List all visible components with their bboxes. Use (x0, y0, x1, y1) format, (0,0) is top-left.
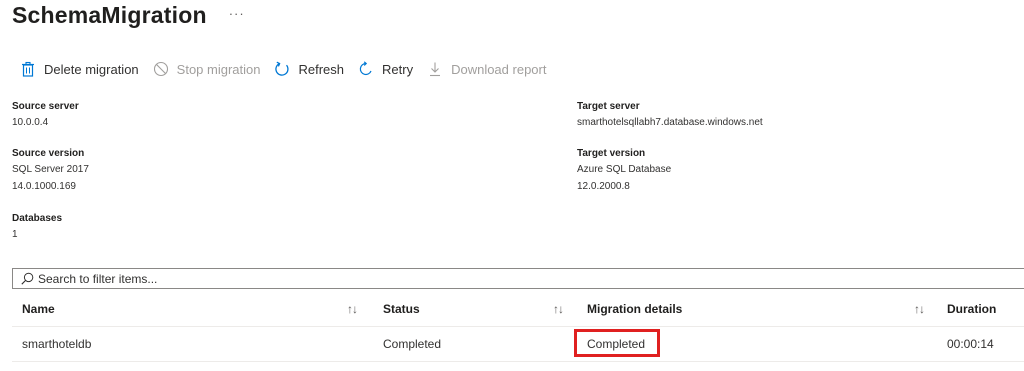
column-header-duration[interactable]: Duration (947, 292, 996, 326)
sort-status-icon[interactable]: ↑↓ (553, 292, 564, 326)
databases-count: 1 (12, 229, 18, 240)
search-box[interactable] (12, 268, 1024, 289)
download-report-label: Download report (451, 61, 547, 77)
migration-table: Name ↑↓ Status ↑↓ Migration details ↑↓ D… (12, 292, 1024, 362)
retry-icon (359, 61, 372, 76)
refresh-label: Refresh (298, 61, 345, 77)
source-version-label: Source version (12, 148, 85, 159)
refresh-icon (275, 61, 290, 76)
source-server-section: Source server 10.0.0.4 (12, 100, 79, 131)
databases-section: Databases 1 (12, 212, 62, 243)
row-status: Completed (383, 337, 442, 351)
migration-page: SchemaMigration ··· Delete migration Sto… (0, 0, 1024, 371)
search-input[interactable] (38, 271, 938, 286)
row-duration: 00:00:14 (947, 337, 994, 351)
target-version-product: Azure SQL Database (577, 164, 672, 175)
target-version-number: 12.0.2000.8 (577, 181, 630, 192)
delete-migration-label: Delete migration (44, 61, 139, 77)
target-server-value: smarthotelsqllabh7.database.windows.net (577, 117, 763, 128)
source-server-label: Source server (12, 101, 79, 112)
highlight-box (574, 329, 660, 357)
sort-name-icon[interactable]: ↑↓ (347, 292, 358, 326)
source-version-section: Source version SQL Server 2017 14.0.1000… (12, 147, 89, 195)
page-title: SchemaMigration (12, 1, 207, 28)
retry-label: Retry (382, 61, 414, 77)
table-row[interactable]: smarthoteldb Completed Completed 00:00:1… (12, 327, 1024, 362)
page-header: SchemaMigration ··· (12, 0, 245, 30)
retry-button[interactable]: Retry (358, 61, 413, 77)
stop-migration-label: Stop migration (176, 61, 261, 77)
search-icon (21, 272, 34, 285)
source-version-number: 14.0.1000.169 (12, 181, 76, 192)
download-icon (430, 62, 441, 77)
more-options-button[interactable]: ··· (229, 6, 245, 21)
trash-icon (22, 61, 34, 77)
column-header-name[interactable]: Name (22, 292, 55, 326)
column-header-status[interactable]: Status (383, 292, 420, 326)
target-server-label: Target server (577, 101, 640, 112)
stop-icon (153, 61, 168, 77)
sort-migration-details-icon[interactable]: ↑↓ (914, 292, 925, 326)
delete-migration-button[interactable]: Delete migration (20, 61, 139, 77)
column-header-migration-details[interactable]: Migration details (587, 292, 682, 326)
target-server-section: Target server smarthotelsqllabh7.databas… (577, 100, 763, 131)
source-version-product: SQL Server 2017 (12, 164, 89, 175)
refresh-button[interactable]: Refresh (274, 61, 344, 77)
command-bar: Delete migration Stop migration Refresh … (20, 57, 560, 81)
table-header: Name ↑↓ Status ↑↓ Migration details ↑↓ D… (12, 292, 1024, 327)
stop-migration-button[interactable]: Stop migration (153, 61, 261, 77)
row-name: smarthoteldb (22, 337, 92, 351)
source-server-value: 10.0.0.4 (12, 117, 49, 128)
databases-label: Databases (12, 213, 63, 224)
target-version-section: Target version Azure SQL Database 12.0.2… (577, 147, 671, 195)
download-report-button[interactable]: Download report (427, 61, 546, 77)
target-version-label: Target version (577, 148, 646, 159)
